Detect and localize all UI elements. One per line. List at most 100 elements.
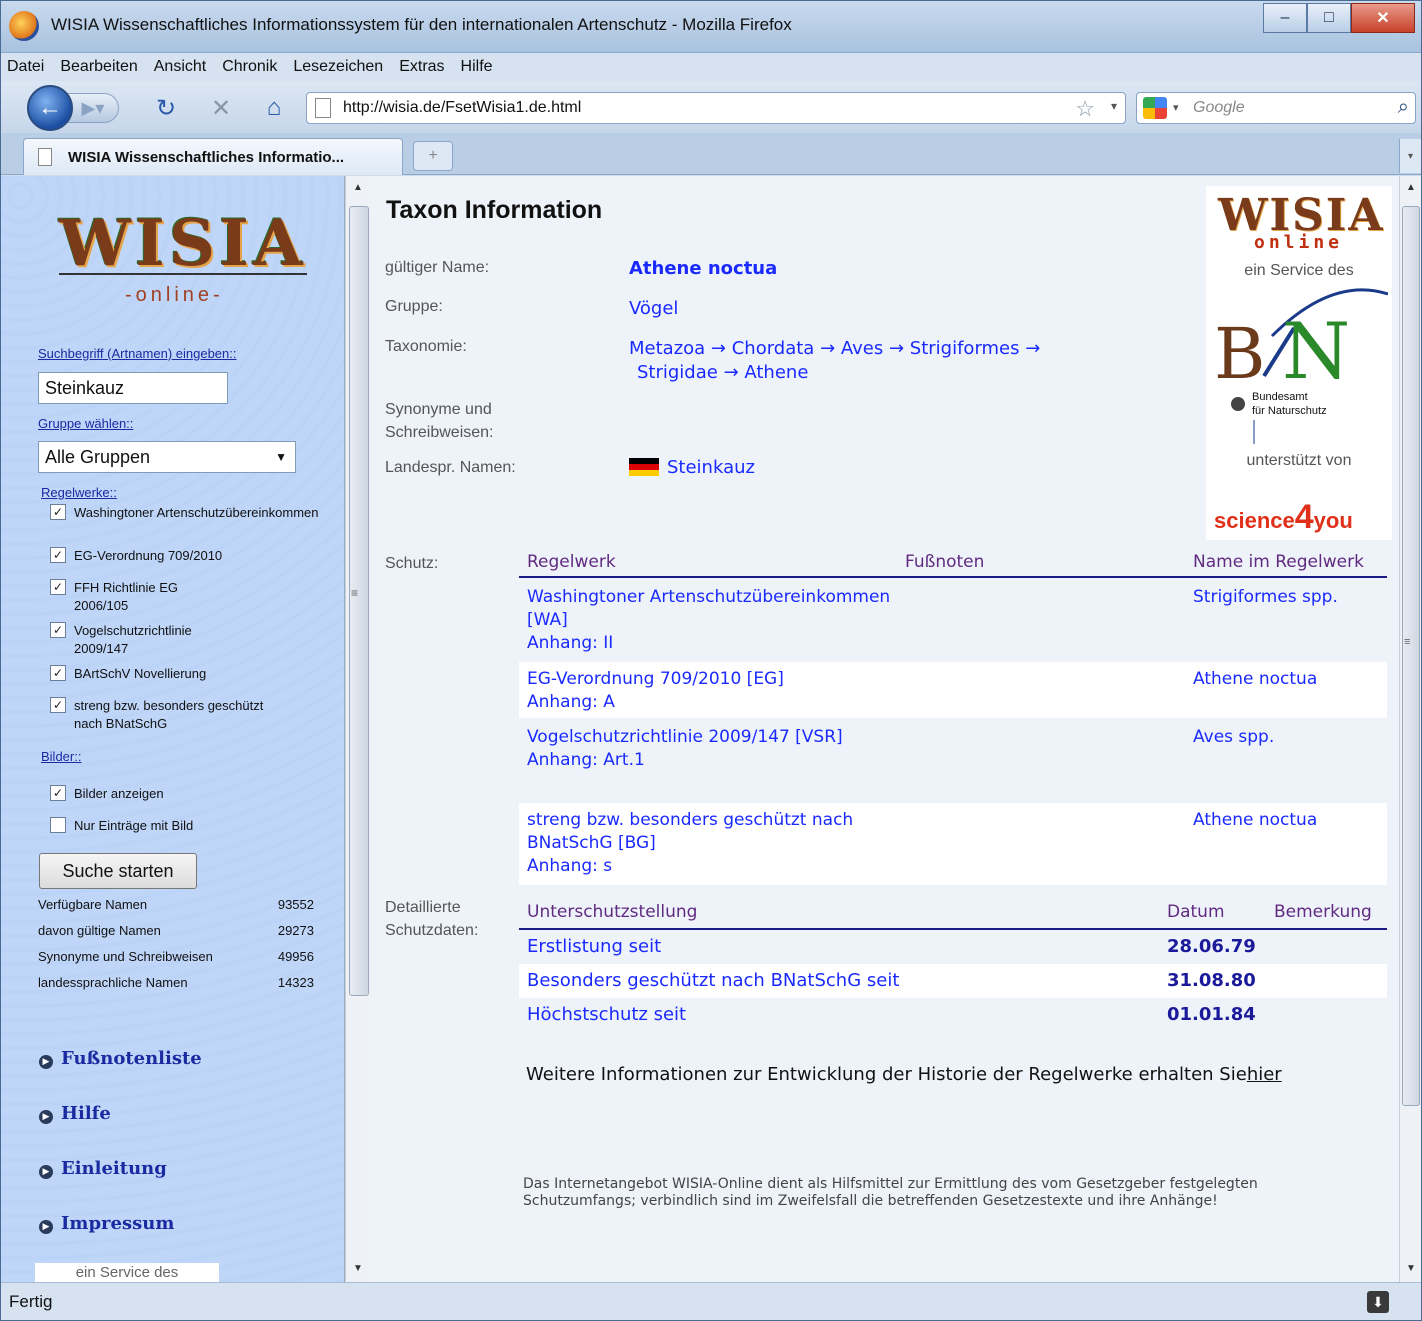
regelwerk-checkbox-ffh[interactable]: ✓ FFH Richtlinie EG 2006/105 (50, 579, 210, 615)
new-tab-button[interactable]: + (413, 141, 453, 171)
maximize-button[interactable]: □ (1307, 3, 1351, 33)
regelwerk-cell[interactable]: Vogelschutzrichtlinie 2009/147 [VSR] Anha… (527, 726, 847, 772)
regelwerk-checkbox-bnatschg[interactable]: ✓ streng bzw. besonders geschützt nach B… (50, 697, 280, 733)
main-frame: Taxon Information gültiger Name: Athene … (371, 176, 1399, 1282)
nav-link-fussnotenliste[interactable]: ▶ Fußnotenliste (39, 1048, 202, 1069)
only-with-image-checkbox[interactable]: Nur Einträge mit Bild (50, 817, 340, 835)
more-info-text: Weitere Informationen zur Entwicklung de… (526, 1064, 1282, 1085)
bullet-icon: ▶ (39, 1109, 53, 1124)
tab-list-icon[interactable]: ▾ (1399, 139, 1421, 173)
scrollbar-thumb[interactable] (1402, 206, 1420, 1106)
regelwerk-cell[interactable]: EG-Verordnung 709/2010 [EG] Anhang: A (527, 668, 907, 714)
checkbox[interactable] (50, 817, 66, 833)
more-info-link[interactable]: hier (1247, 1064, 1282, 1085)
group-select[interactable]: Alle Gruppen ▼ (38, 441, 296, 473)
checkbox-label: FFH Richtlinie EG 2006/105 (74, 580, 179, 613)
regelwerk-checkbox-wa[interactable]: ✓ Washingtoner Artenschutzübereinkommen (50, 504, 340, 522)
detail-label: Detaillierte Schutzdaten: (385, 899, 479, 939)
checkbox[interactable]: ✓ (50, 665, 66, 681)
url-text[interactable]: http://wisia.de/FsetWisia1.de.html (343, 99, 581, 117)
checkbox[interactable]: ✓ (50, 547, 66, 563)
checkbox[interactable]: ✓ (50, 622, 66, 638)
menu-bearbeiten[interactable]: Bearbeiten (60, 58, 137, 76)
common-name-value[interactable]: Steinkauz (629, 456, 755, 480)
regelwerk-cell[interactable]: streng bzw. besonders geschützt nach BNa… (527, 809, 887, 878)
regelwerk-checkbox-eg[interactable]: ✓ EG-Verordnung 709/2010 (50, 547, 340, 565)
group-field-label: Gruppe: (385, 298, 443, 315)
date-cell: 31.08.80 (1167, 970, 1256, 991)
stats-list: Verfügbare Namen 93552 davon gültige Name… (38, 892, 314, 996)
service-text: ein Service des (1244, 262, 1354, 279)
bullet-icon: ▶ (39, 1164, 53, 1179)
close-button[interactable]: ✕ (1351, 3, 1415, 33)
taxonomy-link-strigiformes[interactable]: Strigiformes (910, 338, 1020, 359)
tab-wisia[interactable]: WISIA Wissenschaftliches Informatio... (23, 138, 403, 175)
regelwerk-cell[interactable]: Washingtoner Artenschutzübereinkommen [W… (527, 586, 907, 655)
nav-link-hilfe[interactable]: ▶ Hilfe (39, 1103, 111, 1124)
menu-datei[interactable]: Datei (7, 58, 44, 76)
search-start-button[interactable]: Suche starten (39, 853, 197, 889)
url-dropdown-icon[interactable]: ▾ (1111, 99, 1117, 113)
synonyms-label: Synonyme und Schreibweisen: (385, 401, 494, 441)
bfn-logo[interactable]: B N Bundesamt für Naturschutz (1212, 286, 1388, 446)
search-placeholder[interactable]: Google (1193, 99, 1245, 117)
download-icon[interactable]: ⬇ (1367, 1291, 1389, 1313)
menu-lesezeichen[interactable]: Lesezeichen (293, 58, 383, 76)
taxonomy-link-athene[interactable]: Athene (744, 362, 808, 383)
checkbox[interactable]: ✓ (50, 579, 66, 595)
status-cell: Höchstschutz seit (527, 1004, 687, 1025)
taxonomy-link-aves[interactable]: Aves (841, 338, 883, 359)
sidebar-scrollbar[interactable]: ▲ ≡ ▼ (345, 176, 371, 1282)
taxonomy-link-strigidae[interactable]: Strigidae (637, 362, 718, 383)
search-engine-dropdown-icon[interactable]: ▾ (1173, 101, 1179, 114)
taxonomy-link-metazoa[interactable]: Metazoa (629, 338, 705, 359)
nav-link-einleitung[interactable]: ▶ Einleitung (39, 1158, 167, 1179)
minimize-button[interactable]: – (1263, 3, 1307, 33)
stop-icon[interactable]: ✕ (206, 93, 236, 123)
regelwerk-checkbox-bartschv[interactable]: ✓ BArtSchV Novellierung (50, 665, 340, 683)
url-bar[interactable]: http://wisia.de/FsetWisia1.de.html ☆ ▾ (306, 92, 1126, 124)
checkbox-label: Washingtoner Artenschutzübereinkommen (74, 505, 319, 520)
nav-link-impressum[interactable]: ▶ Impressum (39, 1213, 174, 1234)
google-icon[interactable] (1143, 97, 1167, 119)
science4you-logo[interactable]: science4you (1214, 498, 1353, 537)
reload-icon[interactable]: ↻ (151, 93, 181, 123)
scrollbar-thumb[interactable] (349, 206, 369, 996)
table-row: Erstlistung seit 28.06.79 (519, 930, 1387, 964)
search-icon[interactable]: ⌕ (1398, 96, 1409, 119)
regelwerk-checkbox-vsr[interactable]: ✓ Vogelschutzrichtlinie 2009/147 (50, 622, 240, 658)
checkbox-label: Bilder anzeigen (74, 786, 164, 801)
home-icon[interactable]: ⌂ (259, 93, 289, 123)
header-date: Datum (1167, 902, 1225, 922)
search-bar[interactable]: ▾ Google ⌕ (1136, 92, 1416, 124)
taxonomy-link-chordata[interactable]: Chordata (732, 338, 815, 359)
back-button[interactable]: ← (27, 85, 73, 131)
menu-ansicht[interactable]: Ansicht (154, 58, 206, 76)
page-title: Taxon Information (386, 196, 603, 224)
checkbox[interactable]: ✓ (50, 697, 66, 713)
page-icon (315, 98, 331, 118)
menu-hilfe[interactable]: Hilfe (461, 58, 493, 76)
scroll-down-icon[interactable]: ▼ (353, 1263, 363, 1274)
checkbox[interactable]: ✓ (50, 504, 66, 520)
checkbox[interactable]: ✓ (50, 785, 66, 801)
scroll-up-icon[interactable]: ▲ (353, 182, 363, 193)
show-images-checkbox[interactable]: ✓ Bilder anzeigen (50, 785, 340, 803)
menu-extras[interactable]: Extras (399, 58, 444, 76)
header-status: Unterschutzstellung (527, 902, 698, 922)
main-scrollbar[interactable]: ▲ ≡ ▼ (1399, 176, 1421, 1282)
schutz-label: Schutz: (385, 555, 439, 572)
bookmark-star-icon[interactable]: ☆ (1075, 96, 1095, 122)
forward-button[interactable]: ▶▾ (67, 93, 119, 123)
menu-chronik[interactable]: Chronik (222, 58, 277, 76)
header-remark: Bemerkung (1274, 902, 1372, 922)
species-search-input[interactable]: Steinkauz (38, 372, 228, 404)
sidebar-frame: WISIA -online- Suchbegriff (Artnamen) ei… (1, 176, 345, 1282)
bfn-letter-n: N (1282, 307, 1350, 397)
valid-name-label: gültiger Name: (385, 259, 490, 276)
logo-underline (59, 273, 307, 275)
tab-bar: WISIA Wissenschaftliches Informatio... +… (1, 133, 1421, 175)
scroll-up-icon[interactable]: ▲ (1406, 182, 1416, 193)
scroll-down-icon[interactable]: ▼ (1406, 1263, 1416, 1274)
status-cell: Erstlistung seit (527, 936, 662, 957)
